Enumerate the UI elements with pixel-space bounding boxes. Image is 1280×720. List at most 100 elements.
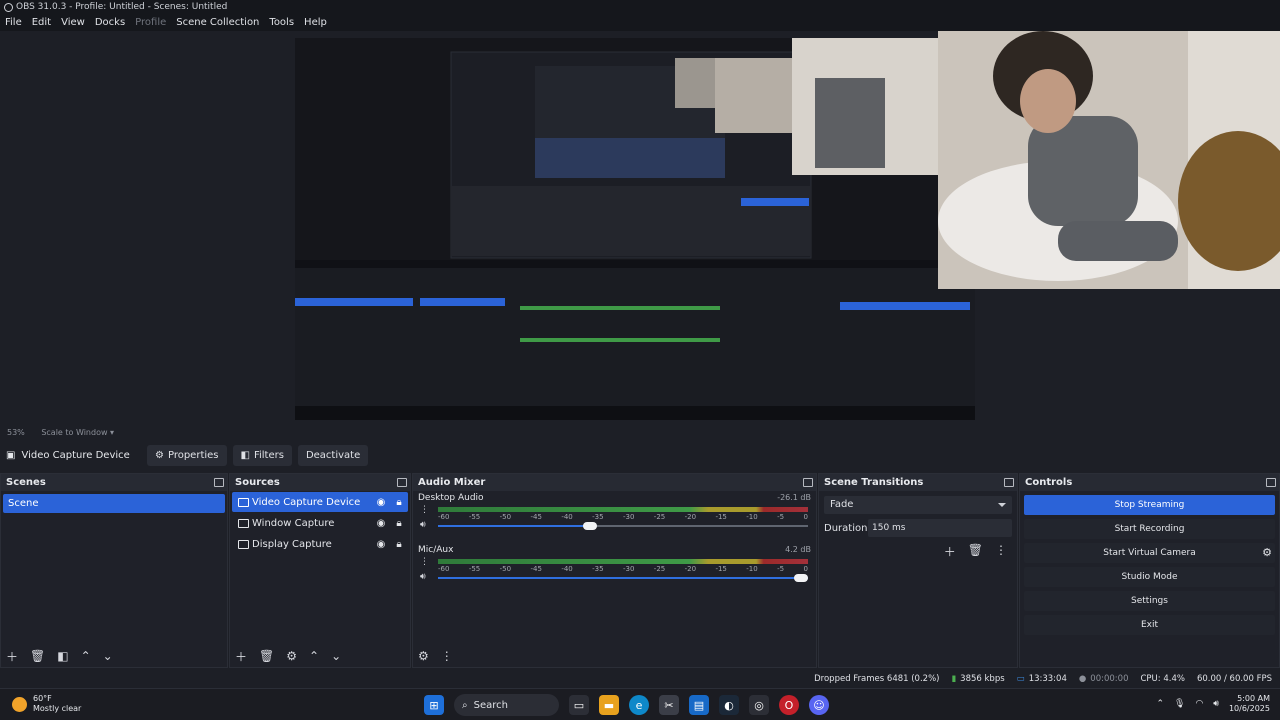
audio-mixer-header: Audio Mixer — [413, 474, 816, 491]
add-icon[interactable]: ＋ — [6, 648, 18, 665]
channel-menu-icon[interactable]: ⋮ — [420, 505, 429, 515]
move-up-icon[interactable]: ⌃ — [81, 649, 91, 663]
meter-ticks: -60 -55 -50 -45 -40 -35 -30 -25 -20 -15 -10 -5 0 — [438, 565, 808, 573]
selected-source-label: ▣ Video Capture Device — [6, 450, 130, 461]
filters-button[interactable]: ◧ Filters — [232, 445, 292, 466]
add-icon[interactable]: ＋ — [944, 543, 956, 560]
menu-docks[interactable]: Docks — [90, 15, 130, 31]
taskbar: 60°F Mostly clear ⊞ ⌕ Search ▭ ▬ e ✂ ▤ ◐… — [0, 688, 1280, 720]
deactivate-button[interactable]: Deactivate — [297, 445, 369, 466]
menu-tools[interactable]: Tools — [264, 15, 299, 31]
taskbar-search[interactable]: ⌕ Search — [454, 694, 559, 716]
visibility-eye-icon[interactable]: ◉ — [372, 497, 390, 508]
wifi-icon[interactable]: ◠ — [1195, 699, 1203, 709]
speaker-icon[interactable]: 🔊︎ — [420, 572, 426, 582]
menu-view[interactable]: View — [56, 15, 90, 31]
channel-db: 4.2 dB — [785, 545, 811, 554]
duration-row: Duration 150 ms — [824, 519, 1012, 537]
weather-text: Mostly clear — [33, 704, 82, 713]
volume-slider[interactable] — [438, 574, 808, 582]
file-explorer-icon[interactable]: ▬ — [599, 695, 619, 715]
windows-start-icon[interactable]: ⊞ — [424, 695, 444, 715]
preview-area[interactable] — [0, 31, 1280, 426]
menu-file[interactable]: File — [0, 15, 27, 31]
discord-icon[interactable]: ☺ — [809, 695, 829, 715]
volume-slider[interactable] — [438, 522, 808, 530]
record-icon: ● — [1078, 674, 1087, 684]
menu-scene-collection[interactable]: Scene Collection — [171, 15, 264, 31]
settings-button[interactable]: Settings — [1024, 591, 1275, 611]
chevron-up-icon[interactable]: ⌃ — [1156, 699, 1164, 709]
window-title: OBS 31.0.3 - Profile: Untitled - Scenes:… — [16, 2, 228, 12]
speaker-icon[interactable]: 🔊︎ — [420, 520, 426, 530]
volume-meter — [438, 507, 808, 512]
steam-icon[interactable]: ◐ — [719, 695, 739, 715]
studio-mode-button[interactable]: Studio Mode — [1024, 567, 1275, 587]
exit-button[interactable]: Exit — [1024, 615, 1275, 635]
menu-edit[interactable]: Edit — [27, 15, 56, 31]
trash-icon[interactable]: 🗑 — [968, 543, 983, 560]
properties-button[interactable]: ⚙ Properties — [147, 445, 227, 466]
move-up-icon[interactable]: ⌃ — [309, 649, 319, 663]
volume-slider-handle[interactable] — [794, 574, 808, 582]
channel-name: Mic/Aux — [418, 545, 454, 555]
source-item[interactable]: Video Capture Device ◉ 🔒︎ — [232, 492, 408, 512]
snipping-tool-icon[interactable]: ✂ — [659, 695, 679, 715]
camera-icon — [238, 497, 249, 507]
monitor-icon — [238, 539, 249, 549]
system-tray: ⌃ 🎙︎ ◠ 🔊︎ 5:00 AM 10/6/2025 — [1156, 694, 1270, 714]
audio-mixer-dock: Audio Mixer Desktop Audio -26.1 dB ⋮ -60… — [412, 473, 817, 668]
controls-dock: Controls Stop Streaming Start Recording … — [1019, 473, 1280, 668]
taskbar-apps: ⊞ ⌕ Search ▭ ▬ e ✂ ▤ ◐ ◎ O ☺ — [424, 694, 829, 716]
controls-header: Controls — [1020, 474, 1279, 491]
undock-icon[interactable] — [1004, 478, 1014, 487]
visibility-eye-icon[interactable]: ◉ — [372, 518, 390, 529]
task-view-icon[interactable]: ▭ — [569, 695, 589, 715]
add-icon[interactable]: ＋ — [235, 648, 247, 665]
transition-menu-icon[interactable]: ⋮ — [995, 543, 1007, 560]
undock-icon[interactable] — [1266, 478, 1276, 487]
virtual-camera-settings-gear-icon[interactable]: ⚙ — [1257, 543, 1277, 563]
source-item[interactable]: Display Capture ◉ 🔒︎ — [232, 534, 408, 554]
webcam-overlay — [938, 31, 1280, 289]
lock-icon[interactable]: 🔒︎ — [390, 539, 408, 550]
start-recording-button[interactable]: Start Recording — [1024, 519, 1275, 539]
trash-icon[interactable]: 🗑 — [30, 649, 45, 663]
visibility-eye-icon[interactable]: ◉ — [372, 539, 390, 550]
stop-streaming-button[interactable]: Stop Streaming — [1024, 495, 1275, 515]
transition-select[interactable]: Fade — [824, 496, 1012, 514]
edge-browser-icon[interactable]: e — [629, 695, 649, 715]
volume-icon[interactable]: 🔊︎ — [1213, 699, 1219, 709]
volume-slider-fill — [438, 525, 590, 527]
microphone-icon[interactable]: 🎙︎ — [1174, 699, 1185, 709]
advanced-audio-icon[interactable]: ⚙ — [418, 649, 429, 663]
lock-icon[interactable]: 🔒︎ — [390, 518, 408, 529]
weather-widget[interactable]: 60°F Mostly clear — [12, 694, 81, 714]
scene-item[interactable]: Scene — [3, 494, 225, 513]
trash-icon[interactable]: 🗑 — [259, 649, 274, 663]
duration-label: Duration — [824, 522, 868, 534]
filter-icon[interactable]: ◧ — [57, 649, 68, 663]
mixer-menu-icon[interactable]: ⋮ — [441, 649, 453, 663]
lock-icon[interactable]: 🔒︎ — [390, 497, 408, 508]
preview-canvas[interactable] — [295, 38, 975, 420]
obs-taskbar-icon[interactable]: ◎ — [749, 695, 769, 715]
scene-transitions-header: Scene Transitions — [819, 474, 1017, 491]
undock-icon[interactable] — [397, 478, 407, 487]
start-virtual-camera-button[interactable]: Start Virtual Camera ⚙ — [1024, 543, 1275, 563]
move-down-icon[interactable]: ⌄ — [103, 649, 113, 663]
undock-icon[interactable] — [214, 478, 224, 487]
channel-menu-icon[interactable]: ⋮ — [420, 557, 429, 567]
menu-help[interactable]: Help — [299, 15, 332, 31]
volume-slider-handle[interactable] — [582, 522, 597, 530]
gear-icon[interactable]: ⚙ — [286, 649, 297, 663]
move-down-icon[interactable]: ⌄ — [331, 649, 341, 663]
opera-icon[interactable]: O — [779, 695, 799, 715]
clock[interactable]: 5:00 AM 10/6/2025 — [1229, 694, 1270, 714]
undock-icon[interactable] — [803, 478, 813, 487]
sources-toolbar: ＋ 🗑 ⚙ ⌃ ⌄ — [230, 645, 410, 667]
duration-spinbox[interactable]: 150 ms — [868, 519, 1012, 537]
source-item[interactable]: Window Capture ◉ 🔒︎ — [232, 513, 408, 533]
notepad-icon[interactable]: ▤ — [689, 695, 709, 715]
scale-mode-dropdown[interactable]: Scale to Window ▾ — [34, 428, 114, 437]
